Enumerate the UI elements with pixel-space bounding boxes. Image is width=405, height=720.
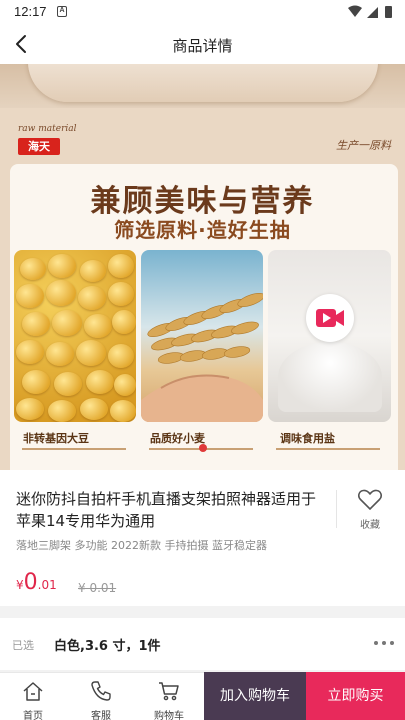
customer-service-button[interactable]: 客服 — [69, 673, 133, 720]
tile-label-salt: 调味食用盐 — [280, 432, 335, 445]
original-price: ¥ 0.01 — [78, 581, 117, 595]
production-label: 生产一原料 — [336, 139, 391, 152]
page-title: 商品详情 — [172, 37, 233, 55]
product-image-banner[interactable]: raw material 海天 生产一原料 兼顾美味与营养 筛选原料·造好生抽 — [0, 64, 405, 470]
cart-nav-button[interactable]: 购物车 — [137, 673, 201, 720]
spec-selection-row[interactable]: 已选 白色,3.6 寸，1件 — [0, 618, 405, 670]
selection-label: 已选 — [12, 639, 34, 652]
wheat-illustration — [141, 292, 263, 422]
price-decimal: .01 — [37, 578, 57, 592]
signal-icon — [367, 7, 378, 18]
current-price: ¥0.01 — [16, 570, 57, 595]
status-time: 12:17 — [14, 4, 47, 19]
favorite-button[interactable]: 收藏 — [345, 486, 395, 534]
banner-plate — [28, 64, 378, 102]
wheat-image — [141, 250, 263, 422]
add-to-cart-button[interactable]: 加入购物车 — [204, 672, 306, 720]
product-info: 迷你防抖自拍杆手机直播支架拍照神器适用于苹果14专用华为通用 收藏 落地三脚架 … — [0, 470, 405, 606]
app-root: 12:17 A 商品详情 raw material 海天 生产一原料 兼顾美味与… — [0, 0, 405, 720]
selection-value: 白色,3.6 寸，1件 — [54, 639, 161, 654]
more-icon[interactable] — [373, 638, 395, 648]
battery-icon — [385, 6, 392, 18]
cart-icon — [159, 682, 179, 701]
carousel-indicator — [199, 444, 207, 452]
brand-logo: 海天 — [18, 138, 60, 155]
nav-bar: 商品详情 — [0, 24, 405, 64]
soybean-image — [14, 250, 136, 422]
price-symbol: ¥ — [16, 578, 24, 592]
status-icons — [348, 5, 392, 18]
notification-icon: A — [57, 6, 67, 17]
salt-image — [268, 250, 391, 422]
video-play-button[interactable] — [306, 294, 354, 342]
wifi-icon — [348, 5, 362, 17]
banner-subheadline: 筛选原料·造好生抽 — [114, 218, 291, 242]
home-icon — [23, 682, 43, 701]
tile-underline — [22, 448, 126, 450]
status-bar: 12:17 A — [0, 0, 405, 24]
price-integer: 0 — [23, 570, 38, 595]
product-subtitle: 落地三脚架 多功能 2022新款 手持拍摄 蓝牙稳定器 — [16, 539, 267, 552]
phone-icon — [91, 681, 111, 701]
raw-material-label: raw material — [18, 124, 77, 134]
tile-label-wheat: 品质好小麦 — [150, 432, 205, 445]
tile-label-soybean: 非转基因大豆 — [23, 432, 89, 445]
home-button[interactable]: 首页 — [1, 673, 65, 720]
buy-now-button[interactable]: 立即购买 — [306, 672, 405, 720]
salt-pile — [278, 342, 382, 412]
tile-underline — [276, 448, 380, 450]
product-title: 迷你防抖自拍杆手机直播支架拍照神器适用于苹果14专用华为通用 — [16, 490, 317, 530]
favorite-label: 收藏 — [360, 520, 380, 531]
home-label: 首页 — [23, 711, 43, 720]
divider — [336, 490, 337, 528]
cart-label: 购物车 — [154, 711, 184, 720]
customer-service-label: 客服 — [91, 711, 111, 720]
video-camera-icon — [316, 309, 344, 327]
heart-icon — [358, 489, 382, 510]
